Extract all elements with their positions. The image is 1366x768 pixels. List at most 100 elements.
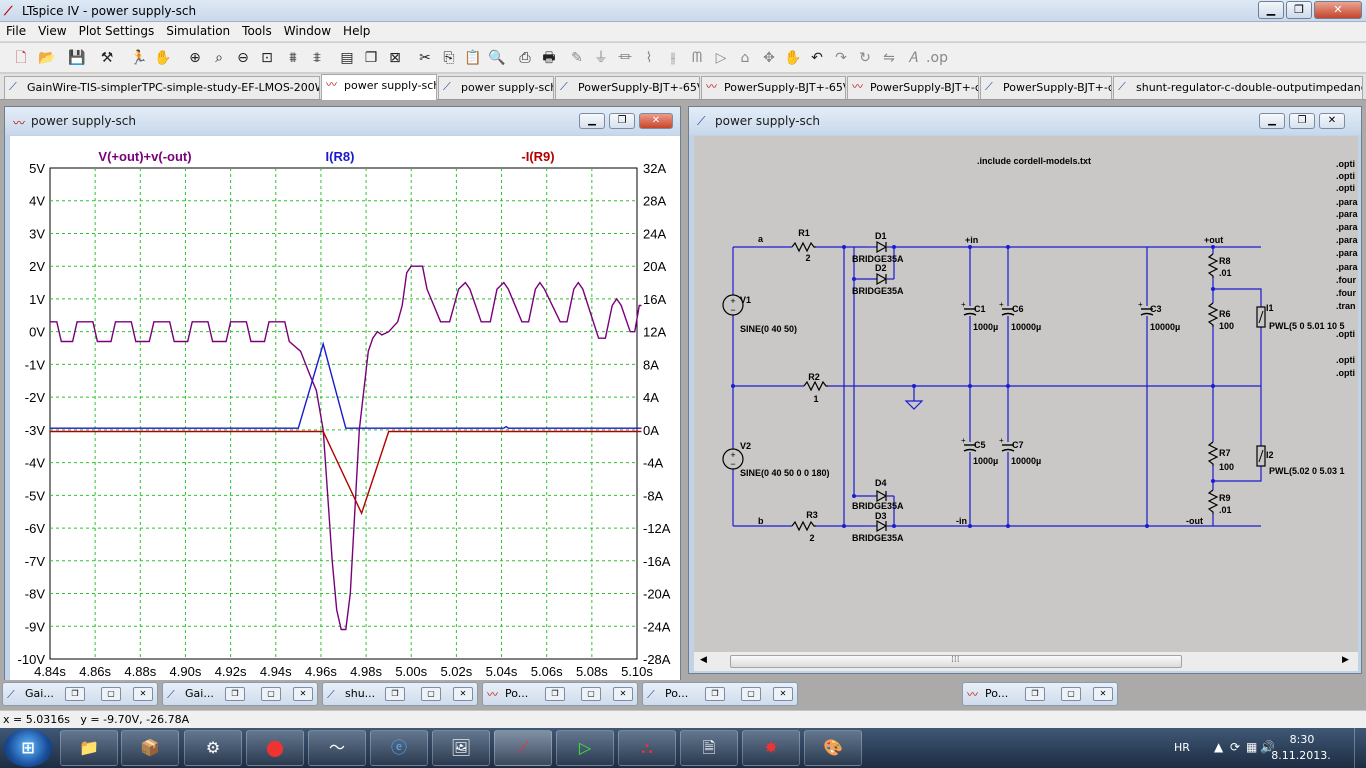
tab-shunt-regulator[interactable]: ⟋ shunt-regulator-c-double-outputimpedanc… — [1113, 76, 1363, 99]
restore-icon[interactable]: ❐ — [65, 687, 85, 701]
component-icon[interactable]: ⌂ — [734, 47, 756, 69]
menu-tools[interactable]: Tools — [236, 22, 278, 38]
run-icon[interactable]: 🏃 — [128, 47, 150, 69]
spice-directive-icon[interactable]: .op — [926, 47, 948, 69]
zoom-fit-icon[interactable]: ⊡ — [256, 47, 278, 69]
cascade-icon[interactable]: ❐ — [360, 47, 382, 69]
label-net-icon[interactable]: ⏛ — [614, 47, 636, 69]
cut-icon[interactable]: ✂ — [414, 47, 436, 69]
antivirus-icon[interactable]: ⬤ — [246, 730, 304, 766]
tab-gainwire[interactable]: ⟋ GainWire-TIS-simplerTPC-simple-study-EF… — [4, 76, 320, 99]
scroll-left-icon[interactable]: ◀ — [700, 655, 707, 665]
maximize-icon[interactable]: ▢ — [741, 687, 761, 701]
close-icon[interactable]: ✕ — [613, 687, 633, 701]
text-icon[interactable]: 𝐴 — [902, 47, 924, 69]
waveform-plot[interactable]: 4.84s 4.86s 4.88s 4.90s 4.92s 4.94s 4.96s 4.98s… — [10, 136, 680, 687]
maximize-icon[interactable]: ▢ — [421, 687, 441, 701]
control-panel-icon[interactable]: ⚒ — [96, 47, 118, 69]
oscilloscope-icon[interactable]: 〜 — [308, 730, 366, 766]
restore-button[interactable]: ❐ — [1286, 1, 1312, 19]
start-button[interactable]: ⊞ — [4, 729, 52, 767]
zoom-out-icon[interactable]: ⊖ — [232, 47, 254, 69]
clock-time[interactable]: 8:30 — [1272, 733, 1332, 746]
maximize-icon[interactable]: ▢ — [1061, 687, 1081, 701]
close-icon[interactable]: ✕ — [133, 687, 153, 701]
schematic-restore-button[interactable]: ❐ — [1289, 113, 1315, 129]
schematic-close-button[interactable]: ✕ — [1319, 113, 1345, 129]
probe-icon[interactable]: ⩨ — [306, 47, 328, 69]
drag-icon[interactable]: ✋ — [782, 47, 804, 69]
internet-explorer-icon[interactable]: ⓔ — [370, 730, 428, 766]
save-icon[interactable]: 💾 — [66, 47, 88, 69]
tile-horizontal-icon[interactable]: ▤ — [336, 47, 358, 69]
menu-view[interactable]: View — [32, 22, 72, 38]
clock-date[interactable]: 8.11.2013. — [1268, 749, 1334, 762]
minimize-button[interactable]: ▁ — [1258, 1, 1284, 19]
restore-icon[interactable]: ❐ — [1025, 687, 1045, 701]
close-icon[interactable]: ✕ — [773, 687, 793, 701]
tab-powersupply-bjt-65v-plot[interactable]: 〰 PowerSupply-BJT+-65V — [701, 76, 846, 99]
halt-icon[interactable]: ✋ — [152, 47, 174, 69]
schematic-svg[interactable]: .include cordell-models.txt .opti .opti .op… — [694, 136, 1359, 651]
plot-close-button[interactable]: ✕ — [639, 113, 673, 129]
minimized-window[interactable]: 〰 Po... ❐ ▢ ✕ — [962, 682, 1118, 706]
open-folder-icon[interactable]: 📂 — [36, 47, 58, 69]
close-window-icon[interactable]: ⊠ — [384, 47, 406, 69]
redo-icon[interactable]: ↷ — [830, 47, 852, 69]
tab-power-supply-plot[interactable]: 〰 power supply-sch — [321, 74, 437, 100]
sync-icon[interactable]: ⟳ — [1230, 740, 1240, 754]
show-desktop-button[interactable] — [1354, 728, 1366, 768]
paint-icon[interactable]: 🎨 — [804, 730, 862, 766]
document-icon[interactable]: 🗎 — [680, 730, 738, 766]
restore-icon[interactable]: ❐ — [385, 687, 405, 701]
move-icon[interactable]: ✥ — [758, 47, 780, 69]
maximize-icon[interactable]: ▢ — [101, 687, 121, 701]
tab-powersupply-bjt-c-sch[interactable]: ⟋ PowerSupply-BJT+-c — [980, 76, 1112, 99]
plot-minimize-button[interactable]: ▁ — [579, 113, 605, 129]
minimized-window[interactable]: ⟋ Gai... ❐ ▢ ✕ — [162, 682, 318, 706]
capacitor-icon[interactable]: ⫲ — [662, 47, 684, 69]
mirror-icon[interactable]: ⇋ — [878, 47, 900, 69]
close-button[interactable]: ✕ — [1314, 1, 1362, 19]
minimized-window[interactable]: ⟋ shu... ❐ ▢ ✕ — [322, 682, 478, 706]
maximize-icon[interactable]: ▢ — [581, 687, 601, 701]
find-icon[interactable]: 🔍 — [486, 47, 508, 69]
menu-help[interactable]: Help — [337, 22, 376, 38]
installer-icon[interactable]: 📦 — [121, 730, 179, 766]
ltspice-taskbar-icon[interactable]: ⟋ — [494, 730, 552, 766]
autorange-icon[interactable]: ⩩ — [282, 47, 304, 69]
ground-icon[interactable]: ⏚ — [590, 47, 612, 69]
photo-viewer-icon[interactable]: 🖼 — [432, 730, 490, 766]
tab-powersupply-bjt-65v-sch[interactable]: ⟋ PowerSupply-BJT+-65V — [555, 76, 700, 99]
restore-icon[interactable]: ❐ — [545, 687, 565, 701]
tool-icon[interactable]: ⚙ — [184, 730, 242, 766]
undo-icon[interactable]: ↶ — [806, 47, 828, 69]
new-schematic-icon[interactable]: 🗋 — [10, 47, 32, 69]
waveform-svg[interactable]: 4.84s 4.86s 4.88s 4.90s 4.92s 4.94s 4.96s 4.98s… — [10, 136, 680, 687]
network-icon[interactable]: ▦ — [1246, 740, 1257, 754]
app-icon[interactable]: ✸ — [742, 730, 800, 766]
resistor-icon[interactable]: ⌇ — [638, 47, 660, 69]
restore-icon[interactable]: ❐ — [705, 687, 725, 701]
scroll-right-icon[interactable]: ▶ — [1342, 655, 1349, 665]
scrollbar-thumb[interactable]: ⁞⁞⁞ — [730, 655, 1182, 668]
minimized-window[interactable]: ⟋ Po... ❐ ▢ ✕ — [642, 682, 798, 706]
menu-plot-settings[interactable]: Plot Settings — [73, 22, 161, 38]
plot-restore-button[interactable]: ❐ — [609, 113, 635, 129]
inductor-icon[interactable]: ᗰ — [686, 47, 708, 69]
print-icon[interactable]: 🖶 — [538, 47, 560, 69]
maximize-icon[interactable]: ▢ — [261, 687, 281, 701]
close-icon[interactable]: ✕ — [293, 687, 313, 701]
pdf-reader-icon[interactable]: ⛬ — [618, 730, 676, 766]
rotate-icon[interactable]: ↻ — [854, 47, 876, 69]
diode-icon[interactable]: ▷ — [710, 47, 732, 69]
paste-icon[interactable]: 📋 — [462, 47, 484, 69]
schematic-minimize-button[interactable]: ▁ — [1259, 113, 1285, 129]
tab-power-supply-sch[interactable]: ⟋ power supply-sch — [438, 76, 554, 99]
schematic-canvas[interactable]: .include cordell-models.txt .opti .opti .op… — [694, 136, 1359, 651]
wire-icon[interactable]: ✎ — [566, 47, 588, 69]
pan-icon[interactable]: ⌕ — [208, 47, 230, 69]
menu-simulation[interactable]: Simulation — [160, 22, 236, 38]
print-setup-icon[interactable]: ⎙ — [514, 47, 536, 69]
explorer-icon[interactable]: 📁 — [60, 730, 118, 766]
